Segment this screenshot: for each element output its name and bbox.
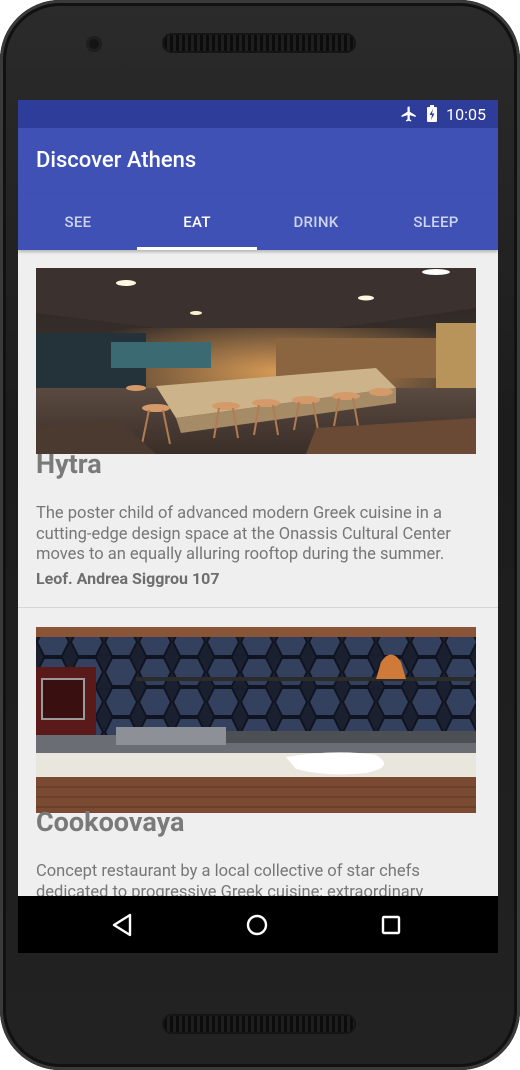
tab-bar: SEE EAT DRINK SLEEP — [18, 194, 498, 250]
front-camera — [86, 36, 102, 52]
status-time: 10:05 — [446, 104, 486, 124]
tab-sleep[interactable]: SLEEP — [376, 194, 496, 250]
earpiece-speaker — [164, 35, 354, 51]
phone-frame: 10:05 Discover Athens SEE EAT DRINK SLEE… — [0, 0, 520, 1070]
app-title: Discover Athens — [36, 148, 197, 173]
home-icon[interactable] — [227, 896, 287, 953]
place-title: Hytra — [36, 448, 102, 480]
app-bar: Discover Athens — [18, 128, 498, 194]
back-icon[interactable] — [92, 896, 152, 953]
screen: 10:05 Discover Athens SEE EAT DRINK SLEE… — [18, 100, 498, 953]
list-item[interactable]: Cookoovaya Concept restaurant by a local… — [18, 608, 498, 896]
places-list[interactable]: Hytra The poster child of advanced moder… — [18, 250, 498, 896]
place-title: Cookoovaya — [36, 806, 185, 838]
bottom-speaker — [164, 1016, 354, 1032]
tab-drink[interactable]: DRINK — [256, 194, 376, 250]
list-item[interactable]: Hytra The poster child of advanced moder… — [18, 250, 498, 608]
recents-icon[interactable] — [361, 896, 421, 953]
tab-see[interactable]: SEE — [18, 194, 138, 250]
battery-charging-icon — [426, 105, 438, 123]
place-description: Concept restaurant by a local collective… — [36, 862, 424, 896]
status-bar: 10:05 — [18, 100, 498, 128]
restaurant-interior-photo — [36, 268, 476, 454]
place-address: Leof. Andrea Siggrou 107 — [36, 569, 220, 588]
airplane-mode-icon — [400, 105, 418, 123]
tab-eat[interactable]: EAT — [137, 194, 257, 250]
system-nav-bar — [18, 896, 498, 953]
place-description: The poster child of advanced modern Gree… — [36, 504, 451, 564]
open-kitchen-photo — [36, 627, 476, 813]
